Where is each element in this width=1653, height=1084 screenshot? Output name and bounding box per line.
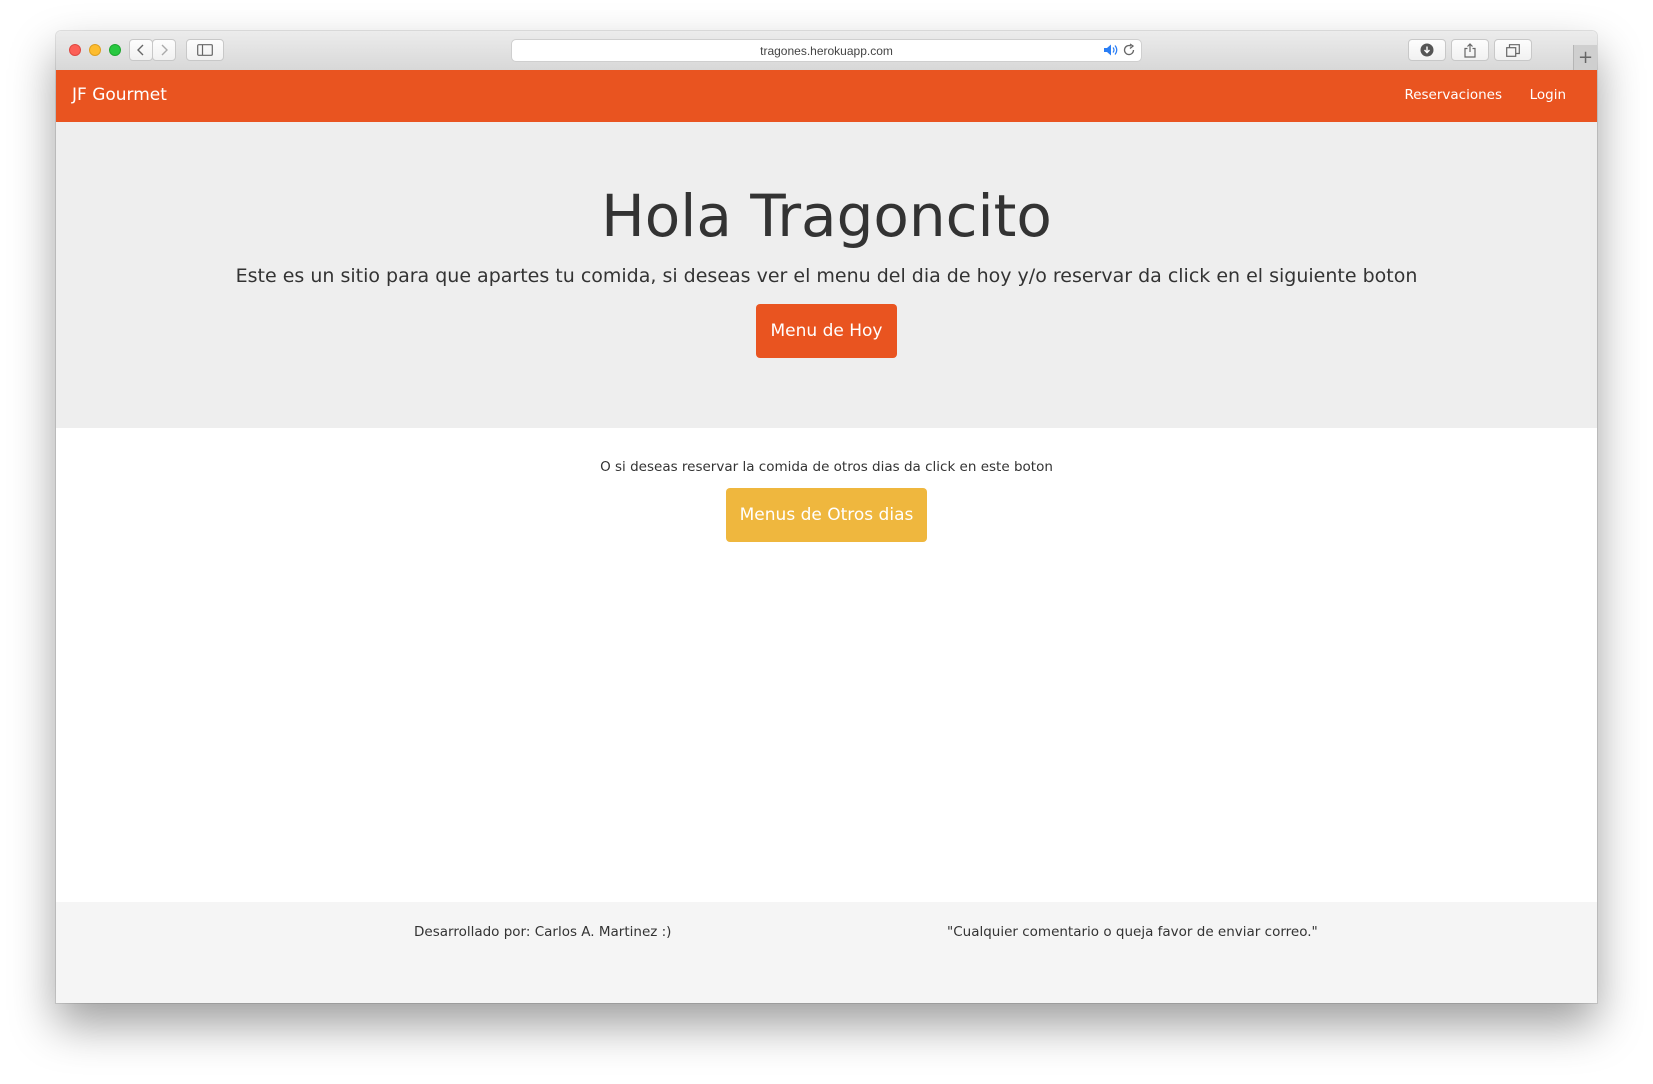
forward-button[interactable] (152, 39, 176, 61)
nav-link-login[interactable]: Login (1530, 87, 1566, 103)
other-days-text: O si deseas reservar la comida de otros … (600, 459, 1053, 475)
tab-overview-button[interactable] (1494, 39, 1532, 61)
tabs-icon (1506, 43, 1520, 57)
nav-link-reservaciones[interactable]: Reservaciones (1404, 87, 1502, 103)
footer: Desarrollado por: Carlos A. Martinez :) … (56, 902, 1597, 1003)
navbar: JF Gourmet Reservaciones Login (56, 70, 1597, 122)
new-tab-button[interactable]: + (1573, 45, 1597, 70)
hero-text: Este es un sitio para que apartes tu com… (235, 265, 1418, 287)
chevron-right-icon (161, 44, 168, 56)
hero-title: Hola Tragoncito (601, 182, 1052, 250)
chevron-left-icon (137, 44, 144, 56)
address-bar[interactable]: tragones.herokuapp.com (511, 39, 1142, 62)
footer-credit: Desarrollado por: Carlos A. Martinez :) (414, 924, 672, 940)
footer-contact-note: "Cualquier comentario o queja favor de e… (947, 924, 1318, 940)
browser-window: tragones.herokuapp.com + JF Gourmet Rese… (56, 31, 1597, 1003)
sidebar-button[interactable] (186, 39, 224, 61)
minimize-window-button[interactable] (89, 44, 101, 56)
menu-de-hoy-button[interactable]: Menu de Hoy (756, 304, 897, 358)
menus-otros-dias-button[interactable]: Menus de Otros dias (726, 488, 927, 542)
speaker-icon[interactable] (1103, 43, 1119, 60)
downloads-button[interactable] (1408, 39, 1446, 61)
brand-logo-text[interactable]: JF Gourmet (72, 85, 167, 105)
hero-section: Hola Tragoncito Este es un sitio para qu… (56, 122, 1597, 428)
zoom-window-button[interactable] (109, 44, 121, 56)
back-button[interactable] (129, 39, 153, 61)
main-content: O si deseas reservar la comida de otros … (56, 428, 1597, 902)
share-icon (1464, 42, 1476, 58)
url-text: tragones.herokuapp.com (760, 43, 893, 58)
reload-icon[interactable] (1122, 43, 1136, 60)
browser-toolbar: tragones.herokuapp.com + (56, 31, 1597, 71)
close-window-button[interactable] (69, 44, 81, 56)
sidebar-icon (197, 44, 213, 56)
share-button[interactable] (1451, 39, 1489, 61)
download-icon (1420, 43, 1434, 57)
